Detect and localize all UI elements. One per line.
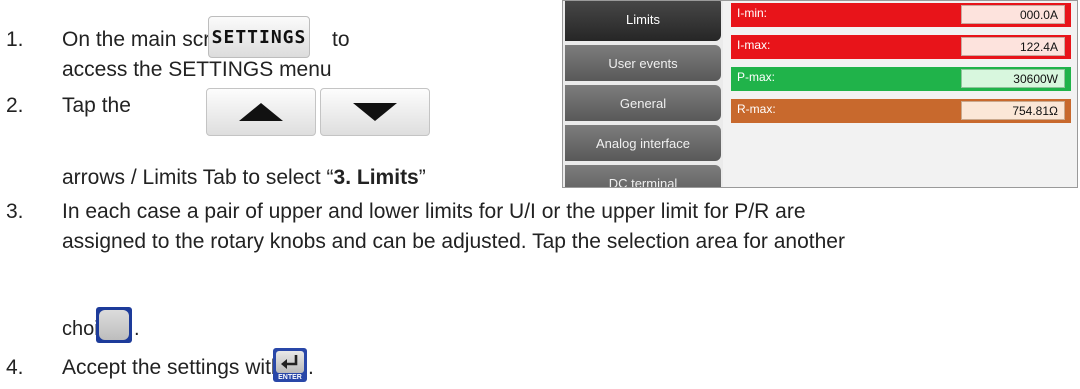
enter-icon xyxy=(281,355,298,369)
limit-row-i-min[interactable]: I-min: 000.0A xyxy=(731,3,1071,27)
limit-label: R-max: xyxy=(737,102,776,116)
limit-row-r-max[interactable]: R-max: 754.81Ω xyxy=(731,99,1071,123)
selection-area-icon xyxy=(99,310,129,340)
step-3-text-line1: In each case a pair of upper and lower l… xyxy=(62,200,806,223)
step-1-text-end: to xyxy=(332,28,350,51)
limit-value[interactable]: 000.0A xyxy=(961,5,1065,24)
limit-label: I-max: xyxy=(737,38,771,52)
device-tab-column: Limits User events General Analog interf… xyxy=(563,1,723,187)
step-1-number: 1. xyxy=(6,28,24,51)
limit-row-i-max[interactable]: I-max: 122.4A xyxy=(731,35,1071,59)
step-3-text-line2: assigned to the rotary knobs and can be … xyxy=(62,230,845,253)
settings-button[interactable]: SETTINGS xyxy=(208,16,310,58)
limit-row-p-max[interactable]: P-max: 30600W xyxy=(731,67,1071,91)
step-2-text: Tap the xyxy=(62,94,131,117)
step-3-text-end: . xyxy=(134,318,140,340)
tab-limits[interactable]: Limits xyxy=(565,1,721,41)
step-4-number: 4. xyxy=(6,356,24,379)
step-1-text-line2: access the SETTINGS menu xyxy=(62,58,332,81)
limit-label: P-max: xyxy=(737,70,776,84)
limit-value[interactable]: 30600W xyxy=(961,69,1065,88)
arrow-down-button[interactable] xyxy=(320,88,430,136)
step-2-text-a: arrows / Limits Tab to select “ xyxy=(62,166,334,189)
step-4-text-end: . xyxy=(308,356,314,379)
arrow-down-icon xyxy=(353,103,397,121)
tab-dc-terminal[interactable]: DC terminal xyxy=(565,165,721,187)
step-2-text-c: ” xyxy=(418,166,426,189)
tab-general[interactable]: General xyxy=(565,85,721,121)
selection-area-key[interactable] xyxy=(96,307,132,343)
step-4-text: Accept the settings with xyxy=(62,356,283,379)
device-settings-screenshot: Limits User events General Analog interf… xyxy=(562,0,1078,188)
step-2-number: 2. xyxy=(6,94,24,117)
arrow-up-button[interactable] xyxy=(206,88,316,136)
limit-value[interactable]: 122.4A xyxy=(961,37,1065,56)
enter-key[interactable]: ENTER xyxy=(273,348,307,382)
settings-button-label: SETTINGS xyxy=(211,26,307,48)
tab-analog-interface[interactable]: Analog interface xyxy=(565,125,721,161)
step-2-text-limits: 3. Limits xyxy=(333,166,419,189)
limits-panel: I-min: 000.0A I-max: 122.4A P-max: 30600… xyxy=(723,1,1077,187)
enter-key-label: ENTER xyxy=(278,374,302,381)
limit-label: I-min: xyxy=(737,6,767,20)
tab-user-events[interactable]: User events xyxy=(565,45,721,81)
step-2-text-line2: arrows / Limits Tab to select “3. Limits… xyxy=(62,166,426,190)
limit-value[interactable]: 754.81Ω xyxy=(961,101,1065,120)
arrow-up-icon xyxy=(239,103,283,121)
step-3-number: 3. xyxy=(6,200,24,223)
